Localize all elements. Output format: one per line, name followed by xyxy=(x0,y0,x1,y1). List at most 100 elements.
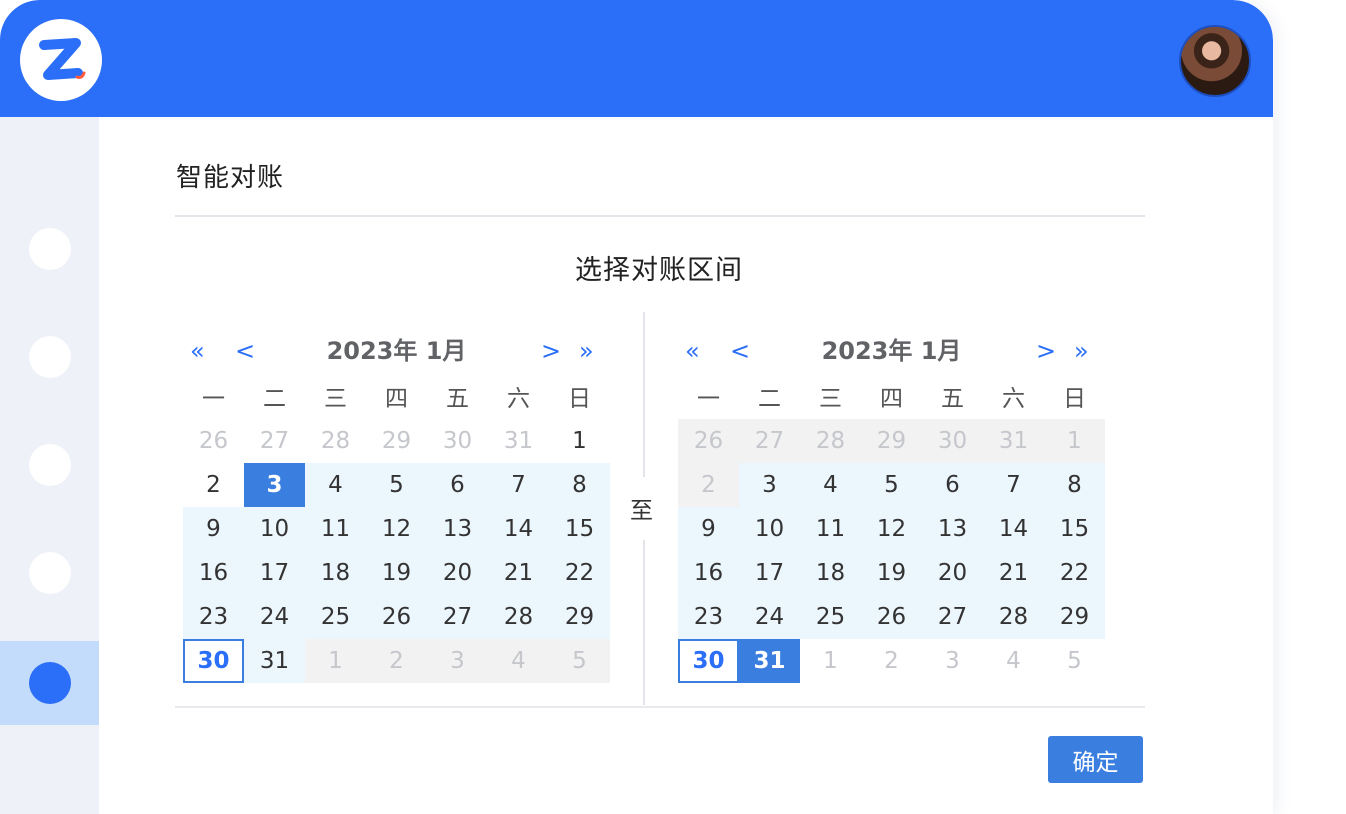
day-cell[interactable]: 2 xyxy=(183,463,244,507)
day-cell: 1 xyxy=(305,639,366,683)
day-cell[interactable]: 10 xyxy=(739,507,800,551)
weekday-label: 日 xyxy=(1063,385,1086,412)
day-cell: 1 xyxy=(1044,419,1105,463)
day-cell[interactable]: 18 xyxy=(305,551,366,595)
weekday-label: 六 xyxy=(507,385,530,412)
day-cell[interactable]: 20 xyxy=(427,551,488,595)
day-cell[interactable]: 4 xyxy=(305,463,366,507)
day-cell[interactable]: 14 xyxy=(983,507,1044,551)
day-cell[interactable]: 7 xyxy=(488,463,549,507)
day-cell[interactable]: 29 xyxy=(1044,595,1105,639)
day-cell[interactable]: 11 xyxy=(305,507,366,551)
day-cell[interactable]: 27 xyxy=(922,595,983,639)
sidebar-dot-icon xyxy=(28,444,71,486)
calendar-header: « < 2023年 1月 > » xyxy=(183,330,610,372)
day-cell[interactable]: 11 xyxy=(800,507,861,551)
calendar-end: « < 2023年 1月 > » 一二三四五六日 26 27 28 29 30 31 1 2 3… xyxy=(678,330,1105,683)
day-cell[interactable]: 28 xyxy=(983,595,1044,639)
day-cell: 29 xyxy=(861,419,922,463)
day-cell[interactable]: 27 xyxy=(244,419,305,463)
day-cell[interactable]: 29 xyxy=(549,595,610,639)
day-cell[interactable]: 23 xyxy=(678,595,739,639)
day-cell[interactable]: 12 xyxy=(861,507,922,551)
day-cell[interactable]: 17 xyxy=(739,551,800,595)
day-cell[interactable]: 16 xyxy=(183,551,244,595)
day-cell[interactable]: 8 xyxy=(1044,463,1105,507)
title-divider xyxy=(175,215,1145,217)
page-title: 智能对账 xyxy=(176,163,285,193)
day-cell[interactable]: 25 xyxy=(800,595,861,639)
day-cell[interactable]: 30 xyxy=(678,639,739,683)
day-cell[interactable]: 28 xyxy=(305,419,366,463)
day-cell[interactable]: 22 xyxy=(549,551,610,595)
day-cell[interactable]: 13 xyxy=(427,507,488,551)
day-cell: 30 xyxy=(922,419,983,463)
day-cell[interactable]: 30 xyxy=(183,639,244,683)
day-cell[interactable]: 21 xyxy=(983,551,1044,595)
day-cell[interactable]: 20 xyxy=(922,551,983,595)
day-cell[interactable]: 31 xyxy=(739,639,800,683)
next-month-icon[interactable]: > xyxy=(541,336,561,366)
day-cell[interactable]: 9 xyxy=(678,507,739,551)
day-cell[interactable]: 16 xyxy=(678,551,739,595)
sidebar-item-3[interactable] xyxy=(0,423,99,507)
day-cell[interactable]: 3 xyxy=(739,463,800,507)
user-avatar-icon[interactable] xyxy=(1179,25,1251,97)
day-cell[interactable]: 29 xyxy=(366,419,427,463)
day-cell[interactable]: 15 xyxy=(1044,507,1105,551)
sidebar-item-4[interactable] xyxy=(0,531,99,615)
section-title: 选择对账区间 xyxy=(575,255,743,286)
day-cell[interactable]: 24 xyxy=(739,595,800,639)
day-cell[interactable]: 21 xyxy=(488,551,549,595)
day-cell[interactable]: 1 xyxy=(549,419,610,463)
day-cell[interactable]: 8 xyxy=(549,463,610,507)
day-cell: 5 xyxy=(549,639,610,683)
day-cell[interactable]: 23 xyxy=(183,595,244,639)
day-cell[interactable]: 31 xyxy=(488,419,549,463)
next-year-icon[interactable]: » xyxy=(579,336,594,366)
day-cell[interactable]: 14 xyxy=(488,507,549,551)
sidebar-item-5[interactable] xyxy=(0,641,99,725)
day-cell: 3 xyxy=(427,639,488,683)
day-cell[interactable]: 6 xyxy=(922,463,983,507)
day-cell: 31 xyxy=(983,419,1044,463)
day-cell[interactable]: 31 xyxy=(244,639,305,683)
day-cell[interactable]: 26 xyxy=(366,595,427,639)
day-cell[interactable]: 9 xyxy=(183,507,244,551)
day-cell[interactable]: 24 xyxy=(244,595,305,639)
day-cell[interactable]: 17 xyxy=(244,551,305,595)
day-cell[interactable]: 2 xyxy=(861,639,922,683)
day-cell[interactable]: 6 xyxy=(427,463,488,507)
day-cell[interactable]: 1 xyxy=(800,639,861,683)
day-cell[interactable]: 22 xyxy=(1044,551,1105,595)
day-cell[interactable]: 30 xyxy=(427,419,488,463)
day-cell[interactable]: 25 xyxy=(305,595,366,639)
day-cell[interactable]: 26 xyxy=(861,595,922,639)
day-cell[interactable]: 19 xyxy=(366,551,427,595)
day-cell[interactable]: 3 xyxy=(922,639,983,683)
sidebar-dot-icon xyxy=(28,336,71,378)
next-year-icon[interactable]: » xyxy=(1074,336,1089,366)
day-cell[interactable]: 5 xyxy=(366,463,427,507)
day-cell[interactable]: 18 xyxy=(800,551,861,595)
day-cell[interactable]: 12 xyxy=(366,507,427,551)
day-cell[interactable]: 7 xyxy=(983,463,1044,507)
day-cell[interactable]: 13 xyxy=(922,507,983,551)
day-cell[interactable]: 5 xyxy=(1044,639,1105,683)
day-cell[interactable]: 3 xyxy=(244,463,305,507)
sidebar-item-2[interactable] xyxy=(0,315,99,399)
day-cell[interactable]: 19 xyxy=(861,551,922,595)
day-cell[interactable]: 26 xyxy=(183,419,244,463)
day-cell[interactable]: 5 xyxy=(861,463,922,507)
day-cell[interactable]: 15 xyxy=(549,507,610,551)
day-cell[interactable]: 4 xyxy=(983,639,1044,683)
weekday-label: 三 xyxy=(819,385,842,412)
confirm-button[interactable]: 确定 xyxy=(1048,736,1143,783)
day-cell[interactable]: 4 xyxy=(800,463,861,507)
z-logo-icon[interactable] xyxy=(20,19,102,101)
day-cell[interactable]: 27 xyxy=(427,595,488,639)
day-cell[interactable]: 28 xyxy=(488,595,549,639)
next-month-icon[interactable]: > xyxy=(1036,336,1056,366)
day-cell[interactable]: 10 xyxy=(244,507,305,551)
calendar-divider xyxy=(643,540,645,705)
